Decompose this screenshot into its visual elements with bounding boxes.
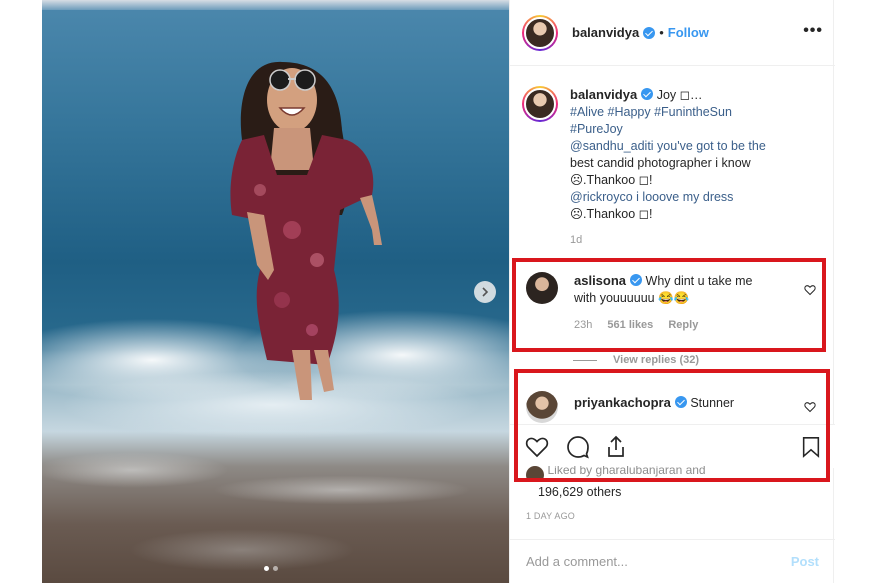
comment-text: with youuuuuu 😂😂 [574, 291, 690, 305]
caption-line: best candid photographer i know [570, 156, 751, 170]
avatar[interactable] [526, 272, 558, 304]
caption-hashtags[interactable]: #Alive #Happy #FunintheSun [570, 104, 766, 121]
post-header: balanvidya • Follow ••• [510, 0, 835, 66]
comment-meta: 23h 561 likes Reply [574, 317, 753, 334]
heart-icon[interactable] [524, 435, 550, 459]
comment-aslisona: aslisona Why dint u take me with youuuuu… [526, 272, 816, 334]
carousel-dot [273, 566, 278, 571]
divider-line [573, 359, 597, 361]
comment-age[interactable]: 23h [574, 319, 592, 331]
view-replies-label: View replies (32) [613, 354, 700, 366]
heart-icon[interactable] [804, 284, 816, 296]
caption-line: ☹.Thankoo ◻! [570, 173, 653, 187]
verified-icon [630, 274, 643, 286]
carousel-next-button[interactable] [474, 281, 496, 303]
comment-username[interactable]: aslisona [574, 273, 626, 288]
comment-username[interactable]: priyankachopra [574, 395, 671, 410]
comment-text: Stunner [690, 396, 735, 410]
verified-icon [641, 88, 654, 100]
caption-line: ☹.Thankoo ◻! [570, 207, 653, 221]
action-bar [510, 424, 835, 468]
post-panel: balanvidya • Follow ••• balanvidya Joy ◻… [509, 0, 835, 583]
post-comment-button[interactable]: Post [791, 554, 819, 569]
comment-text: Why dint u take me [645, 274, 753, 288]
heart-icon[interactable] [804, 401, 816, 413]
avatar[interactable] [522, 14, 558, 51]
comment-priyankachopra: priyankachopra Stunner [526, 391, 816, 423]
comment-box: Post [510, 539, 835, 583]
comment-icon[interactable] [565, 435, 591, 459]
caption-line: @sandhu_aditi you've got to be the [570, 138, 766, 155]
verified-icon [643, 26, 656, 39]
liked-by: Liked by gharalubanjaran and 196,629 oth… [526, 466, 826, 501]
caption-username[interactable]: balanvidya [570, 87, 637, 102]
post-timestamp[interactable]: 1 DAY AGO [526, 511, 575, 521]
author-username[interactable]: balanvidya [572, 25, 639, 40]
mention-link[interactable]: @sandhu_aditi you've got to be the [570, 139, 766, 153]
avatar[interactable] [526, 466, 544, 480]
reply-button[interactable]: Reply [668, 319, 698, 331]
caption-hashtags[interactable]: #PureJoy [570, 121, 766, 138]
caption: balanvidya Joy ◻… #Alive #Happy #Funinth… [522, 86, 822, 249]
carousel-dot-active [264, 566, 269, 571]
avatar[interactable] [522, 86, 558, 122]
follow-button[interactable]: Follow [668, 25, 709, 40]
caption-line: @rickroyco i looove my dress [570, 189, 766, 206]
carousel-dots [264, 566, 278, 571]
verified-icon [674, 396, 687, 408]
share-icon[interactable] [604, 435, 628, 459]
chevron-right-icon [482, 287, 489, 297]
comment-likes[interactable]: 561 likes [607, 319, 653, 331]
liked-by-text[interactable]: Liked by gharalubanjaran and [547, 466, 705, 477]
more-options-icon[interactable]: ••• [803, 22, 823, 40]
view-replies-button[interactable]: View replies (32) [573, 354, 699, 366]
woman-figure [230, 61, 382, 400]
likes-count[interactable]: 196,629 others [526, 484, 826, 501]
mention-link[interactable]: @rickroyco i looove my dress [570, 190, 733, 204]
post-photo[interactable] [42, 0, 509, 583]
caption-line: Joy ◻… [656, 88, 703, 102]
bookmark-icon[interactable] [800, 435, 822, 459]
avatar[interactable] [526, 391, 558, 423]
separator-dot: • [659, 25, 664, 40]
add-comment-input[interactable] [526, 554, 791, 569]
caption-age[interactable]: 1d [570, 232, 766, 249]
